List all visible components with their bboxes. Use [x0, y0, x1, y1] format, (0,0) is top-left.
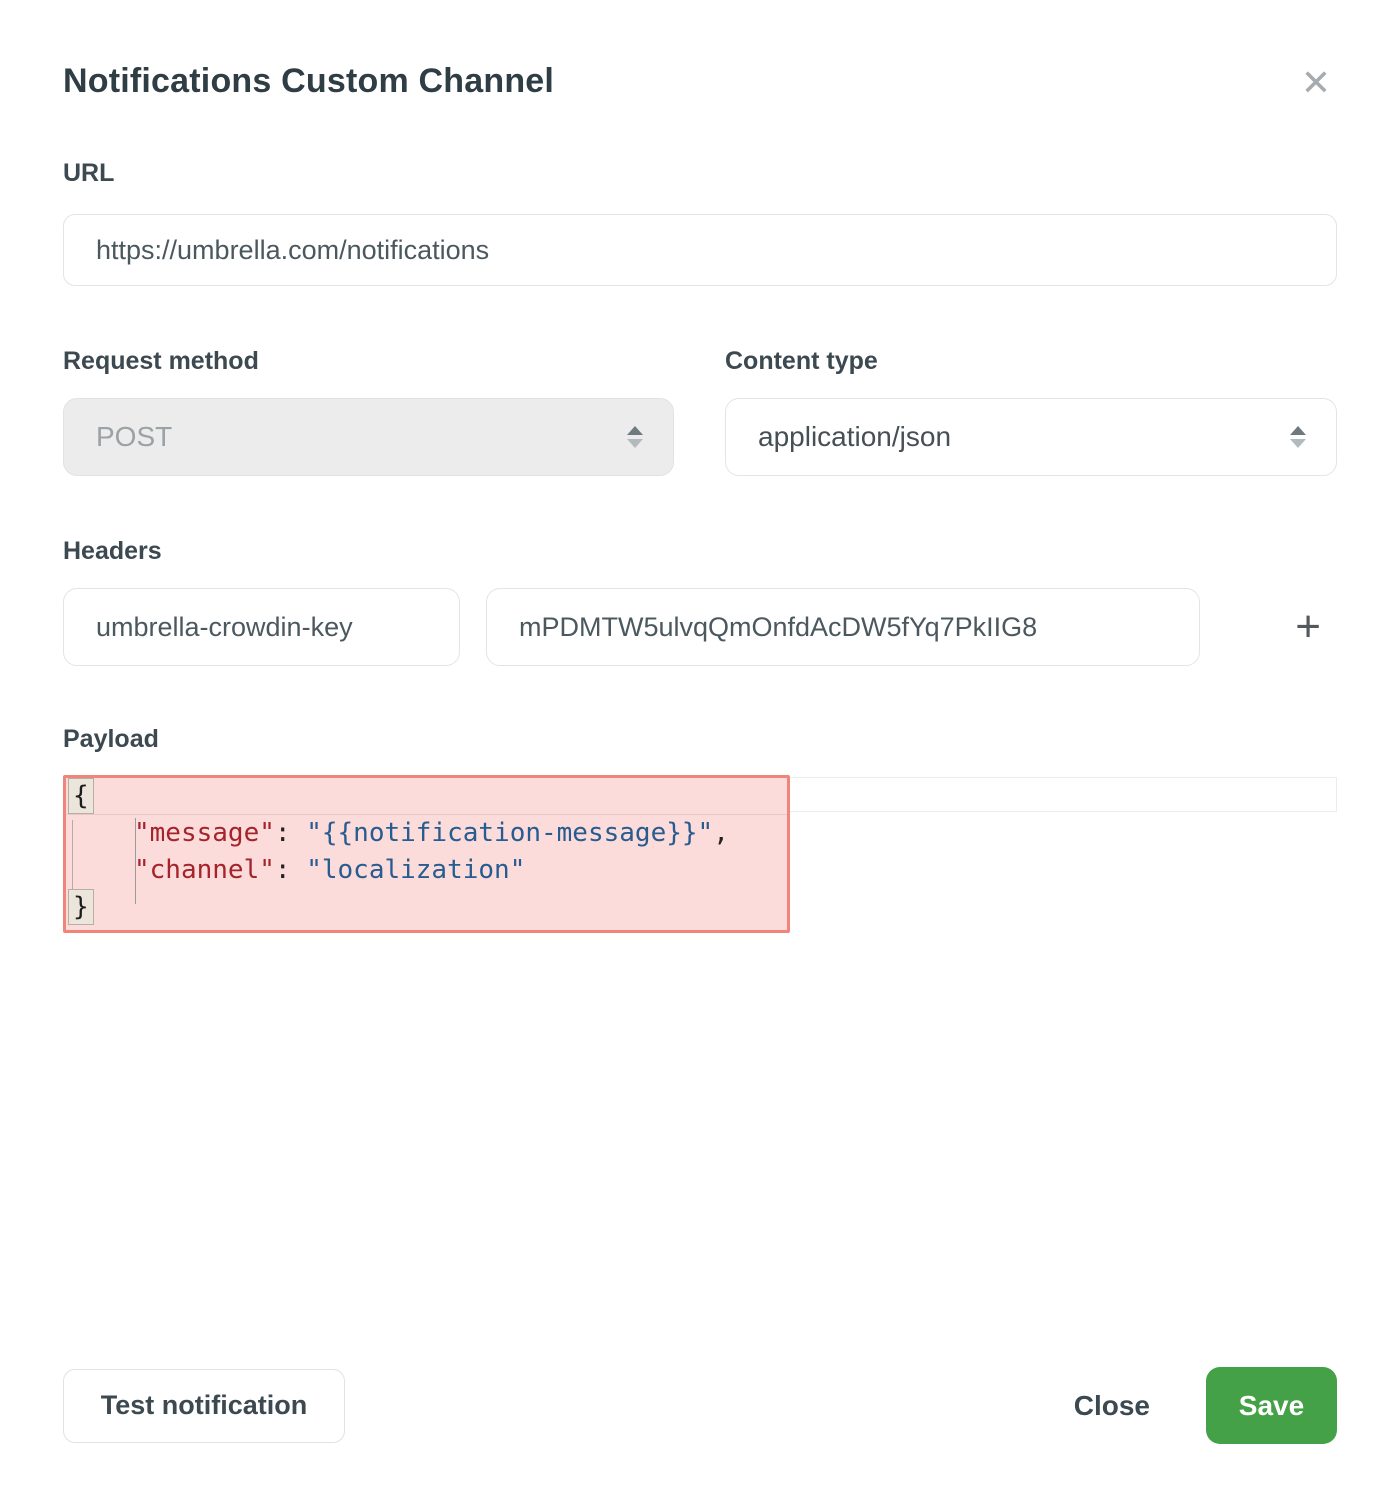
- request-method-select[interactable]: POST: [63, 398, 674, 476]
- payload-section: Payload { "message": "{{notification-mes…: [63, 724, 1337, 940]
- content-type-label: Content type: [725, 346, 1337, 376]
- code-line-1: {: [66, 778, 787, 815]
- matching-bracket-open: {: [68, 778, 94, 814]
- content-type-field: Content type application/json: [725, 346, 1337, 476]
- payload-label: Payload: [63, 724, 1337, 754]
- content-type-select[interactable]: application/json: [725, 398, 1337, 476]
- content-type-value: application/json: [758, 421, 951, 453]
- chevron-up-down-icon: [627, 426, 643, 448]
- add-header-button[interactable]: +: [1295, 607, 1321, 647]
- chevron-up-down-icon: [1290, 426, 1306, 448]
- test-notification-button[interactable]: Test notification: [63, 1369, 345, 1443]
- close-button[interactable]: Close: [1074, 1390, 1150, 1422]
- request-method-value: POST: [96, 421, 172, 453]
- close-icon[interactable]: ✕: [1301, 66, 1331, 102]
- request-method-field: Request method POST: [63, 346, 674, 476]
- dialog-footer: Test notification Close Save: [63, 1367, 1337, 1444]
- payload-error-highlight: { "message": "{{notification-message}}",…: [63, 775, 790, 933]
- notifications-custom-channel-dialog: Notifications Custom Channel ✕ URL Reque…: [0, 0, 1400, 1508]
- page-title: Notifications Custom Channel: [63, 62, 554, 101]
- url-section: URL: [63, 158, 1337, 286]
- payload-editor[interactable]: { "message": "{{notification-message}}",…: [63, 775, 1337, 940]
- code-line-2: "message": "{{notification-message}}",: [66, 815, 787, 852]
- url-input[interactable]: [63, 214, 1337, 286]
- matching-bracket-close: }: [68, 889, 94, 925]
- headers-section: Headers +: [63, 536, 1337, 666]
- headers-label: Headers: [63, 536, 1337, 566]
- header-row: +: [63, 588, 1337, 666]
- dialog-header: Notifications Custom Channel ✕: [63, 0, 1337, 102]
- method-content-row: Request method POST Content type applica…: [63, 346, 1337, 476]
- save-button[interactable]: Save: [1206, 1367, 1337, 1444]
- header-key-input[interactable]: [63, 588, 460, 666]
- code-line-3: "channel": "localization": [66, 852, 787, 889]
- url-label: URL: [63, 158, 1337, 188]
- header-value-input[interactable]: [486, 588, 1200, 666]
- request-method-label: Request method: [63, 346, 674, 376]
- code-line-4: }: [66, 889, 787, 926]
